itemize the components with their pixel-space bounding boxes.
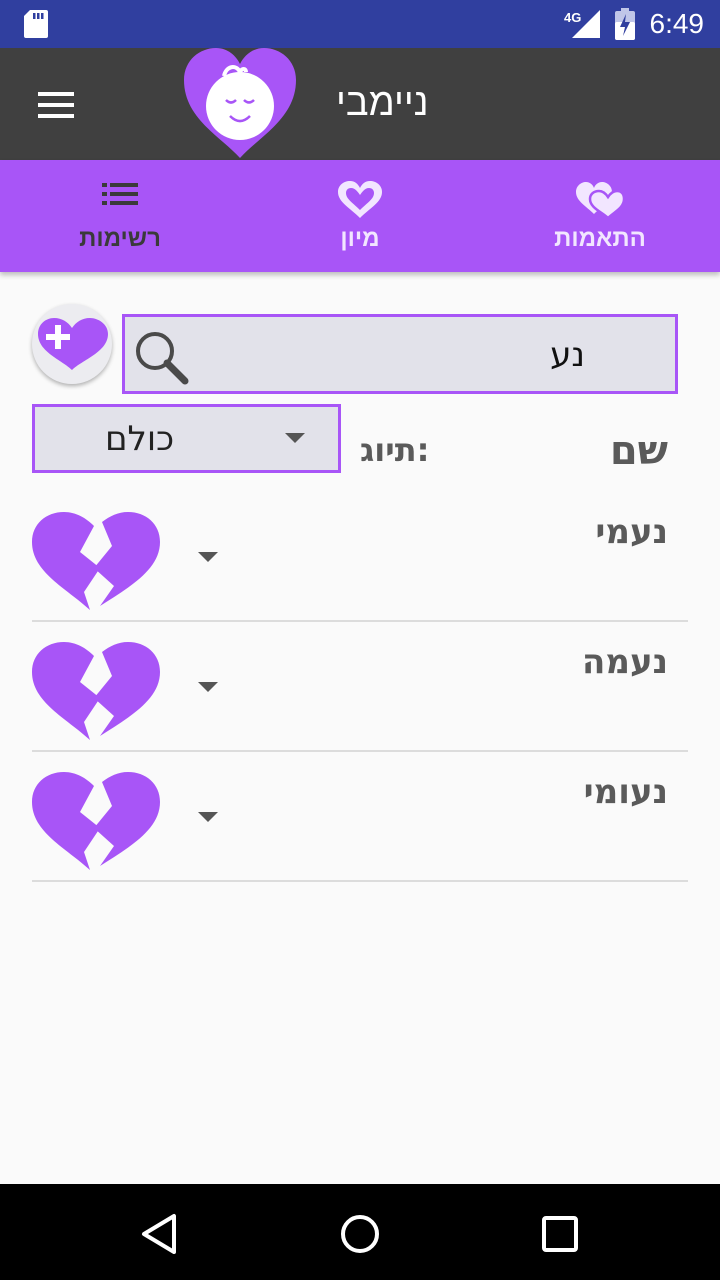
svg-text:4G: 4G — [564, 10, 581, 25]
row-dropdown-arrow-icon[interactable] — [198, 552, 218, 562]
tab-sort[interactable]: מיון — [260, 160, 460, 272]
row-dropdown-arrow-icon[interactable] — [198, 682, 218, 692]
name-label: נעמה — [581, 642, 668, 682]
tab-matches-label: התאמות — [554, 225, 646, 252]
add-name-button[interactable] — [32, 304, 112, 384]
name-row: נעומי — [32, 752, 688, 882]
tag-filter-dropdown[interactable]: כולם — [32, 404, 341, 473]
heart-plus-icon — [38, 318, 108, 370]
row-dropdown-arrow-icon[interactable] — [198, 812, 218, 822]
search-icon — [136, 332, 189, 385]
name-row: נעמי — [32, 492, 688, 622]
tag-filter-label: תיוג: — [360, 431, 430, 469]
search-box[interactable] — [122, 314, 678, 394]
status-time: 6:49 — [649, 8, 705, 39]
app-title: ניימבי — [336, 82, 429, 124]
broken-heart-icon[interactable] — [32, 642, 160, 742]
name-row: נעמה — [32, 622, 688, 752]
app-bar: ניימבי — [0, 48, 720, 160]
broken-heart-icon[interactable] — [32, 512, 160, 612]
tab-matches[interactable]: התאמות — [500, 160, 700, 272]
name-label: נעמי — [595, 512, 668, 552]
name-label: נעומי — [583, 772, 668, 812]
tag-filter-value: כולם — [105, 419, 175, 459]
tab-bar: רשימות מיון התאמות — [0, 160, 720, 272]
battery-icon — [615, 8, 635, 40]
navigation-bar — [0, 1184, 720, 1280]
status-bar: 4G 6:49 — [0, 0, 720, 48]
tab-sort-label: מיון — [340, 225, 380, 252]
baby-heart-logo-icon — [184, 48, 296, 158]
home-icon[interactable] — [338, 1212, 382, 1256]
name-column-header: שם — [609, 428, 668, 474]
search-input[interactable] — [195, 327, 585, 383]
recents-icon[interactable] — [538, 1212, 582, 1256]
dropdown-arrow-icon — [285, 433, 305, 443]
list-icon — [102, 183, 138, 205]
back-icon[interactable] — [138, 1212, 182, 1256]
hamburger-menu-icon[interactable] — [24, 76, 88, 132]
signal-icon: 4G — [564, 10, 600, 38]
tab-lists-label: רשימות — [79, 225, 161, 252]
sd-card-icon — [24, 10, 48, 38]
double-heart-icon — [576, 182, 626, 220]
broken-heart-icon[interactable] — [32, 772, 160, 872]
heart-outline-icon — [338, 181, 382, 218]
tab-lists[interactable]: רשימות — [20, 160, 220, 272]
